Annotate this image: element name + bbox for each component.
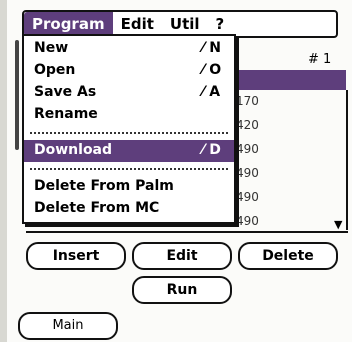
menu-separator bbox=[30, 168, 228, 170]
run-button[interactable]: Run bbox=[132, 276, 232, 304]
menu-item-open[interactable]: Open ⁄ O bbox=[24, 60, 234, 82]
menu-item-label: Delete From Palm bbox=[34, 178, 174, 194]
menu-item-label: New bbox=[34, 40, 69, 56]
program-number: # 1 bbox=[308, 52, 332, 67]
menu-item-shortcut: ⁄ D bbox=[202, 142, 221, 158]
menu-item-label: Download bbox=[34, 142, 113, 158]
menu-item-shortcut: ⁄ O bbox=[202, 62, 222, 78]
list-value: 420 bbox=[236, 118, 259, 132]
menu-item-label: Open bbox=[34, 62, 76, 78]
menu-item-label: Save As bbox=[34, 84, 97, 100]
insert-button[interactable]: Insert bbox=[26, 242, 126, 270]
delete-button[interactable]: Delete bbox=[238, 242, 338, 270]
list-value: 490 bbox=[236, 142, 259, 156]
edit-button[interactable]: Edit bbox=[132, 242, 232, 270]
list-value: 490 bbox=[236, 190, 259, 204]
list-value: 490 bbox=[236, 166, 259, 180]
menu-util[interactable]: Util bbox=[162, 12, 208, 36]
menu-item-delete-from-palm[interactable]: Delete From Palm bbox=[24, 176, 234, 198]
menu-item-delete-from-mc[interactable]: Delete From MC bbox=[24, 198, 234, 220]
menu-item-new[interactable]: New ⁄ N bbox=[24, 38, 234, 60]
menu-item-save-as[interactable]: Save As ⁄ A bbox=[24, 82, 234, 104]
menu-item-download[interactable]: Download ⁄ D bbox=[24, 140, 234, 162]
device-frame-edge bbox=[0, 0, 7, 342]
list-scroll-indicator bbox=[15, 40, 19, 150]
menu-item-shortcut: ⁄ A bbox=[202, 84, 221, 100]
scroll-down-icon[interactable]: ▼ bbox=[334, 218, 342, 231]
menu-separator bbox=[30, 132, 228, 134]
menu-program[interactable]: Program bbox=[24, 12, 113, 36]
selected-list-row[interactable] bbox=[230, 70, 346, 90]
program-list[interactable] bbox=[230, 90, 348, 230]
menu-help[interactable]: ? bbox=[208, 12, 233, 36]
menu-item-shortcut: ⁄ N bbox=[202, 40, 221, 56]
menu-edit[interactable]: Edit bbox=[113, 12, 162, 36]
list-value: 170 bbox=[236, 94, 259, 108]
menu-item-label: Delete From MC bbox=[34, 200, 160, 216]
menu-item-label: Rename bbox=[34, 106, 98, 122]
program-menu-dropdown: New ⁄ N Open ⁄ O Save As ⁄ A Rename Down… bbox=[22, 34, 236, 224]
list-value: 490 bbox=[236, 214, 259, 228]
list-bottom-border bbox=[26, 231, 348, 233]
menu-item-rename[interactable]: Rename bbox=[24, 104, 234, 126]
palm-screen: # 1 170 420 490 490 490 490 ▼ Program Ed… bbox=[0, 0, 352, 342]
main-button[interactable]: Main bbox=[18, 312, 118, 340]
